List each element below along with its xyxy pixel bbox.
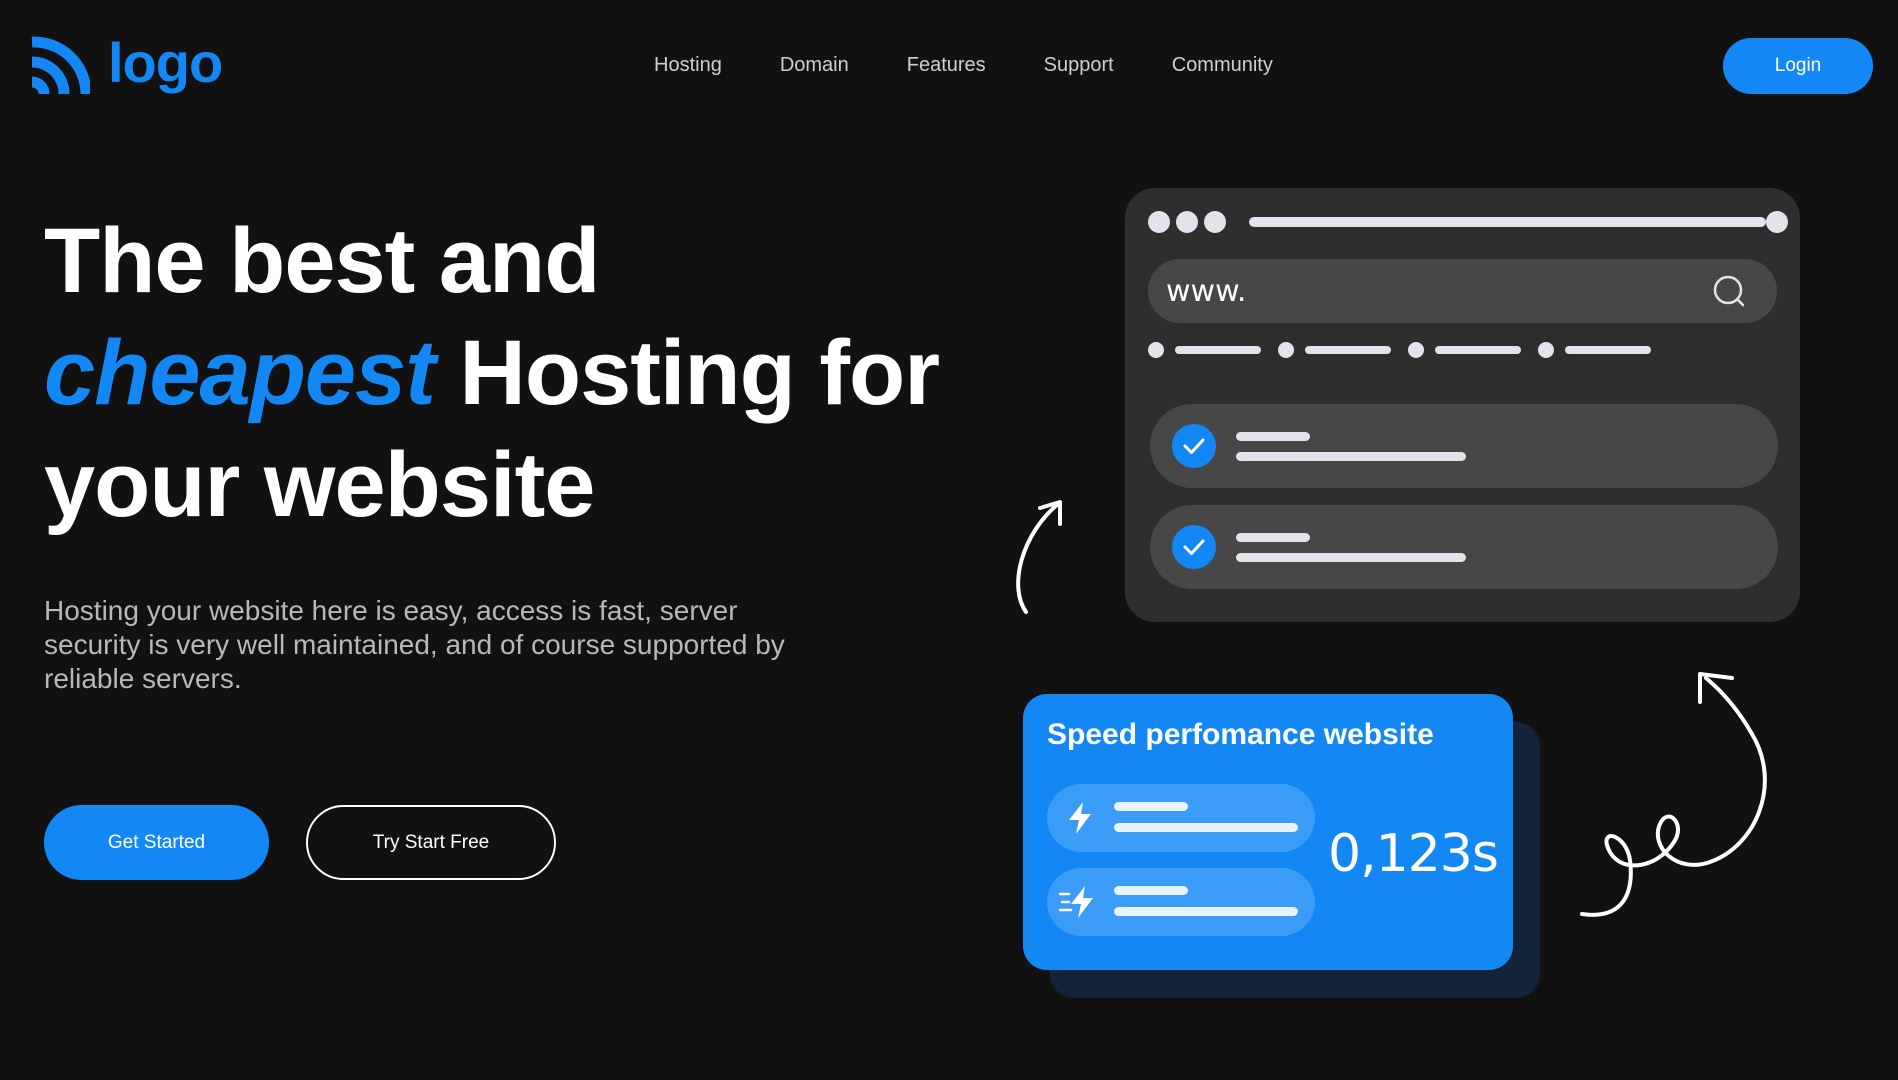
speed-metric-row	[1047, 784, 1315, 852]
window-dot	[1176, 211, 1198, 233]
logo-icon	[31, 36, 90, 95]
speed-metric-row	[1047, 868, 1315, 936]
placeholder-line	[1114, 823, 1298, 832]
search-icon[interactable]	[1713, 275, 1747, 309]
speed-performance-card: Speed perfomance website 0,123s	[1023, 694, 1513, 970]
speed-value: 0,123s	[1328, 824, 1499, 884]
url-input[interactable]	[1148, 259, 1777, 323]
headline-line-1: The best and	[44, 210, 600, 312]
speed-card-title: Speed perfomance website	[1047, 718, 1434, 751]
fast-lightning-icon	[1059, 886, 1093, 918]
placeholder-line	[1236, 553, 1466, 562]
curved-arrow-icon	[1016, 500, 1062, 614]
hero-headline: The best and cheapest Hosting for your w…	[44, 205, 984, 541]
try-start-free-button[interactable]: Try Start Free	[306, 805, 556, 880]
tab-line	[1435, 346, 1521, 354]
tab-dot	[1408, 342, 1424, 358]
logo-text: logo	[108, 31, 223, 94]
nav-link-community[interactable]: Community	[1172, 54, 1273, 77]
tab-line	[1305, 346, 1391, 354]
nav-link-support[interactable]: Support	[1044, 54, 1114, 77]
check-icon	[1172, 424, 1216, 468]
placeholder-line	[1236, 533, 1310, 542]
get-started-button[interactable]: Get Started	[44, 805, 269, 880]
address-line	[1249, 217, 1766, 227]
placeholder-line	[1114, 886, 1188, 895]
landing-page: logo Hosting Domain Features Support Com…	[0, 0, 1898, 1080]
window-dot	[1148, 211, 1170, 233]
tab-line	[1565, 346, 1651, 354]
checklist-item	[1150, 505, 1778, 589]
nav-link-hosting[interactable]: Hosting	[654, 54, 722, 77]
logo[interactable]: logo	[24, 30, 223, 96]
headline-line-2: Hosting for	[434, 322, 940, 424]
browser-mockup	[1125, 188, 1800, 622]
tab-line	[1175, 346, 1261, 354]
placeholder-line	[1114, 802, 1188, 811]
login-button[interactable]: Login	[1723, 38, 1873, 94]
loop-arrow-icon	[1580, 672, 1767, 917]
nav-link-features[interactable]: Features	[907, 54, 986, 77]
hero-description: Hosting your website here is easy, acces…	[44, 595, 785, 694]
placeholder-line	[1236, 452, 1466, 461]
placeholder-line	[1236, 432, 1310, 441]
check-icon	[1172, 525, 1216, 569]
window-dot	[1204, 211, 1226, 233]
window-dot	[1766, 211, 1788, 233]
lightning-icon	[1069, 802, 1091, 834]
tab-dot	[1278, 342, 1294, 358]
tab-dot	[1538, 342, 1554, 358]
nav-link-domain[interactable]: Domain	[780, 54, 849, 77]
placeholder-line	[1114, 907, 1298, 916]
main-nav: Hosting Domain Features Support Communit…	[654, 54, 1273, 77]
tab-dot	[1148, 342, 1164, 358]
checklist-item	[1150, 404, 1778, 488]
headline-accent: cheapest	[44, 322, 436, 424]
headline-line-3: your website	[44, 434, 595, 536]
